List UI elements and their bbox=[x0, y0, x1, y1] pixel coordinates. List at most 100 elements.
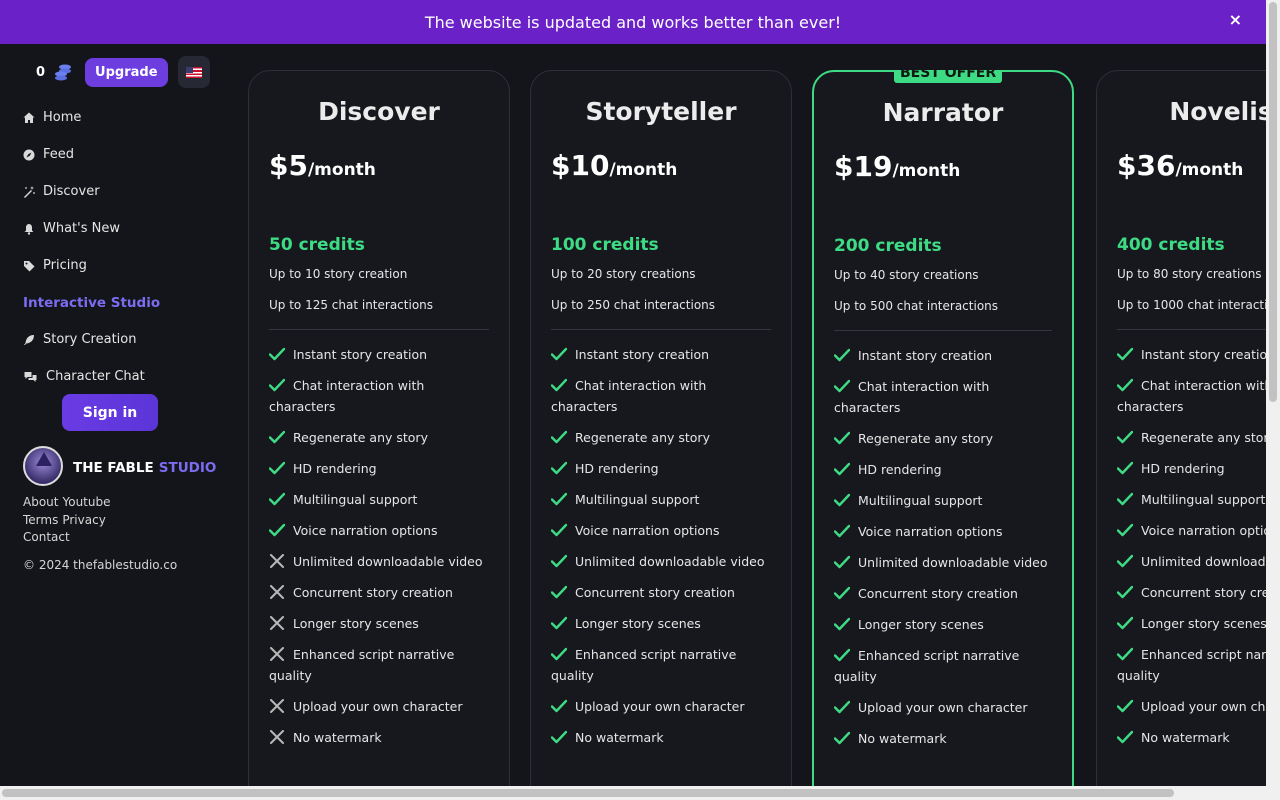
feature-item: Regenerate any story bbox=[833, 428, 1052, 449]
contact-link[interactable]: Contact bbox=[23, 530, 70, 544]
feature-label: HD rendering bbox=[1141, 461, 1225, 476]
feather-icon bbox=[24, 334, 34, 345]
check-icon bbox=[550, 729, 568, 744]
feature-label: Voice narration options bbox=[1141, 523, 1266, 538]
check-icon bbox=[1116, 729, 1134, 744]
feature-item: Multilingual support bbox=[833, 490, 1052, 511]
check-icon bbox=[833, 554, 851, 569]
vertical-scrollbar-thumb[interactable] bbox=[1269, 2, 1277, 402]
price-period: /month bbox=[1175, 160, 1244, 180]
sidebar-item-label: Story Creation bbox=[43, 332, 137, 347]
sidebar-item-label: Discover bbox=[43, 184, 100, 199]
feature-item: Upload your own character bbox=[1116, 696, 1266, 717]
check-icon bbox=[268, 491, 286, 506]
feature-label: Instant story creation bbox=[575, 347, 710, 362]
brand-logo[interactable]: THE FABLE STUDIO bbox=[23, 446, 216, 486]
sidebar-nav: Home Feed Discover What's New Pricing In… bbox=[23, 99, 160, 395]
feature-item: Chat interaction with characters bbox=[1116, 375, 1266, 417]
check-icon bbox=[1116, 346, 1134, 361]
terms-link[interactable]: Terms bbox=[23, 513, 58, 527]
feature-item: HD rendering bbox=[268, 458, 489, 479]
plan-card-featured[interactable]: BEST OFFER Narrator $19/month 200 credits Up… bbox=[812, 70, 1074, 800]
story-quota: Up to 40 story creations bbox=[834, 268, 979, 282]
feature-label: Upload your own character bbox=[858, 700, 1028, 715]
close-icon[interactable]: × bbox=[1229, 10, 1242, 29]
sidebar-topbar: 0 Upgrade bbox=[36, 56, 210, 88]
feature-label: Upload your own character bbox=[575, 699, 745, 714]
feature-item: Enhanced script narrative quality bbox=[833, 645, 1052, 687]
feature-label: Unlimited downloadable video bbox=[293, 554, 483, 569]
sidebar-item-character-chat[interactable]: Character Chat bbox=[23, 358, 160, 395]
wizard-logo-icon bbox=[23, 446, 63, 486]
privacy-link[interactable]: Privacy bbox=[62, 513, 105, 527]
check-icon bbox=[833, 730, 851, 745]
credits-count: 0 bbox=[36, 64, 46, 80]
feature-label: Chat interaction with characters bbox=[1117, 378, 1266, 414]
plan-credits: 400 credits bbox=[1117, 235, 1225, 255]
feature-label: Regenerate any story bbox=[575, 430, 710, 445]
plan-price: $10/month bbox=[551, 149, 771, 185]
check-icon bbox=[833, 461, 851, 476]
sidebar-item-label: Character Chat bbox=[46, 369, 145, 384]
plan-credits: 100 credits bbox=[551, 235, 659, 255]
feature-label: Concurrent story creation bbox=[1141, 585, 1266, 600]
feature-item: Unlimited downloadable video bbox=[550, 551, 771, 572]
feature-label: Multilingual support bbox=[1141, 492, 1266, 507]
feature-item: Regenerate any story bbox=[268, 427, 489, 448]
divider bbox=[834, 330, 1052, 331]
feature-label: Upload your own character bbox=[293, 699, 463, 714]
check-icon bbox=[550, 584, 568, 599]
about-link[interactable]: About bbox=[23, 495, 58, 509]
check-icon bbox=[550, 615, 568, 630]
check-icon bbox=[833, 492, 851, 507]
language-button[interactable] bbox=[177, 56, 210, 88]
sidebar-item-label: Feed bbox=[43, 147, 75, 162]
feature-label: Concurrent story creation bbox=[293, 585, 453, 600]
plan-card[interactable]: Discover $5/month 50 credits Up to 10 story… bbox=[248, 70, 510, 800]
check-icon bbox=[550, 553, 568, 568]
price-amount: $36 bbox=[1117, 149, 1176, 182]
check-icon bbox=[833, 585, 851, 600]
feature-item: Instant story creation bbox=[550, 344, 771, 365]
feature-item: Upload your own character bbox=[550, 696, 771, 717]
horizontal-scrollbar-thumb[interactable] bbox=[2, 789, 1174, 797]
plan-card[interactable]: Storyteller $10/month 100 credits Up to 20 … bbox=[530, 70, 792, 800]
bell-icon bbox=[24, 223, 34, 235]
plan-card[interactable]: Novelist $36/month 400 credits Up to 80 sto… bbox=[1096, 70, 1266, 800]
sidebar-item-pricing[interactable]: Pricing bbox=[23, 247, 160, 284]
feature-item: Enhanced script narrative quality bbox=[269, 644, 489, 686]
plan-price: $5/month bbox=[269, 149, 489, 185]
sign-in-button[interactable]: Sign in bbox=[62, 394, 158, 431]
divider bbox=[269, 329, 489, 330]
youtube-link[interactable]: Youtube bbox=[62, 495, 110, 509]
horizontal-scrollbar[interactable] bbox=[0, 786, 1280, 800]
vertical-scrollbar[interactable] bbox=[1266, 0, 1280, 786]
check-icon bbox=[833, 347, 851, 362]
feature-label: Enhanced script narrative quality bbox=[551, 647, 737, 683]
feature-item: Multilingual support bbox=[268, 489, 489, 510]
feature-item: Instant story creation bbox=[1116, 344, 1266, 365]
banner-text: The website is updated and works better … bbox=[424, 12, 842, 32]
feature-label: HD rendering bbox=[293, 461, 377, 476]
upgrade-button[interactable]: Upgrade bbox=[85, 57, 168, 87]
feature-label: No watermark bbox=[858, 731, 947, 746]
feature-item: Unlimited downloadable video bbox=[1116, 551, 1266, 572]
check-icon bbox=[1116, 377, 1134, 392]
feature-item: Chat interaction with characters bbox=[833, 376, 1052, 418]
plan-name: Narrator bbox=[882, 98, 1004, 127]
story-quota: Up to 10 story creation bbox=[269, 267, 408, 281]
sidebar-item-story-creation[interactable]: Story Creation bbox=[23, 321, 160, 358]
sidebar-item-whats-new[interactable]: What's New bbox=[23, 210, 160, 247]
feature-item: HD rendering bbox=[550, 458, 771, 479]
check-icon bbox=[833, 647, 851, 662]
us-flag-icon bbox=[185, 66, 202, 78]
feature-label: Enhanced script narrative quality bbox=[1117, 647, 1266, 683]
feature-item: Voice narration options bbox=[1116, 520, 1266, 541]
sidebar-item-discover[interactable]: Discover bbox=[23, 173, 160, 210]
feature-item: No watermark bbox=[550, 727, 771, 748]
compass-icon bbox=[23, 149, 35, 160]
sidebar-item-feed[interactable]: Feed bbox=[23, 136, 160, 173]
feature-item: Instant story creation bbox=[268, 344, 489, 365]
sidebar-item-home[interactable]: Home bbox=[23, 99, 160, 136]
feature-label: Voice narration options bbox=[293, 523, 438, 538]
